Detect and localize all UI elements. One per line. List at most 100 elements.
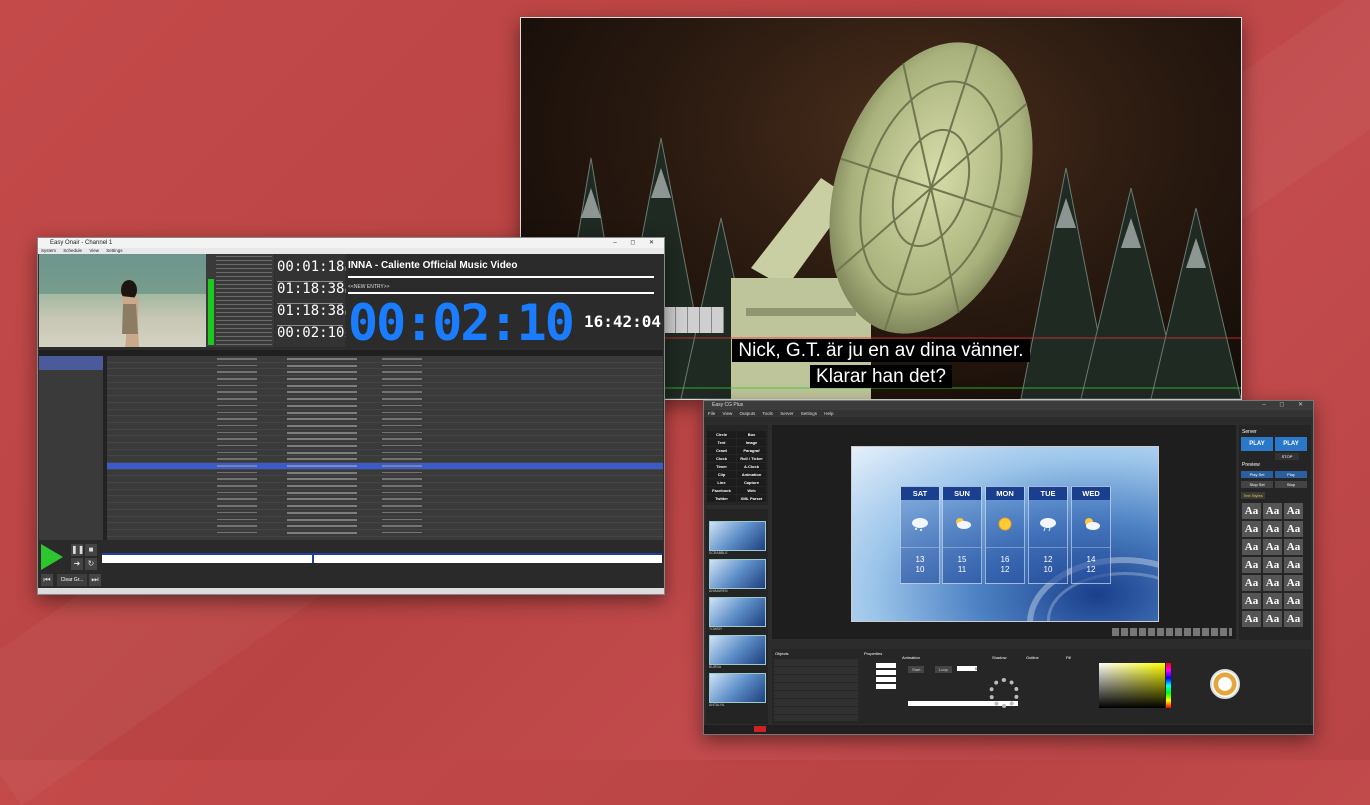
menu-view[interactable]: View: [89, 248, 99, 253]
table-row[interactable]: [107, 436, 663, 443]
table-row[interactable]: [107, 356, 663, 363]
shadow-direction-dial[interactable]: [989, 678, 1019, 708]
server-play-button-2[interactable]: PLAY: [1275, 437, 1307, 451]
table-row[interactable]: [107, 443, 663, 450]
tool-animation[interactable]: Animation: [737, 471, 766, 478]
template-thumbnail[interactable]: [709, 597, 766, 627]
skip-back-icon[interactable]: ⏮: [41, 574, 53, 586]
loop-count-field[interactable]: 0: [957, 666, 977, 671]
loop-icon[interactable]: ↻: [85, 558, 97, 570]
text-style-preset[interactable]: Aa: [1242, 521, 1261, 537]
template-thumbnail[interactable]: [709, 635, 766, 665]
stop-button[interactable]: Stop: [1275, 481, 1307, 488]
menu-tools[interactable]: Tools: [762, 411, 773, 416]
tool-facebook[interactable]: Facebook: [707, 487, 736, 494]
text-style-preset[interactable]: Aa: [1242, 557, 1261, 573]
table-row[interactable]: [107, 363, 663, 370]
table-row[interactable]: [107, 530, 663, 537]
table-row[interactable]: [107, 510, 663, 517]
hue-slider[interactable]: [1166, 663, 1171, 708]
next-icon[interactable]: ➜: [71, 558, 83, 570]
tool-clip[interactable]: Clip: [707, 471, 736, 478]
start-button[interactable]: Start: [908, 666, 925, 673]
text-style-preset[interactable]: Aa: [1263, 521, 1282, 537]
tool-web[interactable]: Web: [737, 487, 766, 494]
table-row[interactable]: [107, 403, 663, 410]
tool-circle[interactable]: Circle: [707, 431, 736, 438]
text-style-preset[interactable]: Aa: [1263, 539, 1282, 555]
menu-schedule[interactable]: Schedule: [63, 248, 82, 253]
table-row[interactable]: [107, 517, 663, 524]
menu-outputs[interactable]: Outputs: [739, 411, 755, 416]
tool-text[interactable]: Text: [707, 439, 736, 446]
text-style-preset[interactable]: Aa: [1263, 611, 1282, 627]
tool-roll-ticker[interactable]: Roll / Ticker: [737, 455, 766, 462]
tool-clock[interactable]: Clock: [707, 455, 736, 462]
table-row[interactable]: [107, 470, 663, 477]
template-thumbnail[interactable]: [709, 521, 766, 551]
pause-icon[interactable]: ❚❚: [71, 544, 84, 556]
menu-view[interactable]: View: [723, 411, 733, 416]
menu-settings[interactable]: Settings: [106, 248, 122, 253]
text-style-preset[interactable]: Aa: [1263, 575, 1282, 591]
play-sel-button[interactable]: Play Sel: [1241, 471, 1273, 478]
text-style-preset[interactable]: Aa: [1284, 503, 1303, 519]
objects-list[interactable]: [774, 659, 858, 721]
text-style-preset[interactable]: Aa: [1284, 521, 1303, 537]
text-style-preset[interactable]: Aa: [1242, 575, 1261, 591]
table-row[interactable]: [107, 389, 663, 397]
text-style-preset[interactable]: Aa: [1284, 593, 1303, 609]
menu-system[interactable]: System: [41, 248, 56, 253]
text-style-preset[interactable]: Aa: [1284, 539, 1303, 555]
clear-graphics-button[interactable]: Clear Gr...: [57, 574, 87, 586]
table-row[interactable]: [107, 456, 663, 463]
stop-sel-button[interactable]: Stop Sel: [1241, 481, 1273, 488]
playlist-table[interactable]: [39, 350, 663, 540]
table-row[interactable]: [107, 483, 663, 490]
tool-twitter[interactable]: Twitter: [707, 495, 736, 502]
menu-file[interactable]: File: [708, 411, 715, 416]
stop-icon[interactable]: ■: [85, 544, 97, 556]
text-style-preset[interactable]: Aa: [1263, 557, 1282, 573]
text-style-preset[interactable]: Aa: [1263, 593, 1282, 609]
table-row[interactable]: [107, 383, 663, 390]
text-style-preset[interactable]: Aa: [1284, 611, 1303, 627]
width-field[interactable]: [876, 677, 896, 682]
text-style-preset[interactable]: Aa: [1263, 503, 1282, 519]
tool-capture[interactable]: Capture: [737, 479, 766, 486]
table-row[interactable]: [107, 410, 663, 417]
table-row[interactable]: [107, 369, 663, 377]
menu-help[interactable]: Help: [824, 411, 833, 416]
table-row[interactable]: [107, 523, 663, 530]
top-field[interactable]: [876, 670, 896, 675]
left-field[interactable]: [876, 663, 896, 668]
table-row[interactable]: [107, 396, 663, 403]
height-field[interactable]: [876, 684, 896, 689]
graphic-canvas[interactable]: SAT 13 10 SUN 15 11 MON 16 12 TUE 12 10 …: [772, 425, 1236, 639]
text-style-preset[interactable]: Aa: [1284, 557, 1303, 573]
tool-xml-parser[interactable]: XML Parser: [737, 495, 766, 502]
tool-paragraf[interactable]: Paragraf: [737, 447, 766, 454]
table-row[interactable]: [107, 376, 663, 383]
table-row[interactable]: [107, 496, 663, 504]
tool-analog-clock[interactable]: A.Clock: [737, 463, 766, 470]
text-style-preset[interactable]: Aa: [1242, 611, 1261, 627]
canvas-toolbar[interactable]: [1112, 628, 1232, 636]
text-style-preset[interactable]: Aa: [1284, 575, 1303, 591]
template-thumbnail[interactable]: [709, 673, 766, 703]
menu-server[interactable]: Server: [780, 411, 793, 416]
color-picker[interactable]: [1099, 663, 1165, 708]
server-play-button[interactable]: PLAY: [1241, 437, 1273, 451]
table-row[interactable]: [107, 490, 663, 497]
table-row-selected[interactable]: [107, 463, 663, 470]
loop-button[interactable]: Loop: [935, 666, 952, 673]
tool-timer[interactable]: Timer: [707, 463, 736, 470]
play-icon[interactable]: [41, 544, 63, 570]
server-stop-button[interactable]: STOP: [1275, 453, 1299, 460]
channel-selector[interactable]: [39, 356, 103, 370]
window-controls[interactable]: – ◻ ✕: [1262, 401, 1309, 410]
skip-forward-icon[interactable]: ⏭: [89, 574, 101, 586]
table-row[interactable]: [107, 430, 663, 437]
tool-image[interactable]: Image: [737, 439, 766, 446]
table-row[interactable]: [107, 416, 663, 423]
